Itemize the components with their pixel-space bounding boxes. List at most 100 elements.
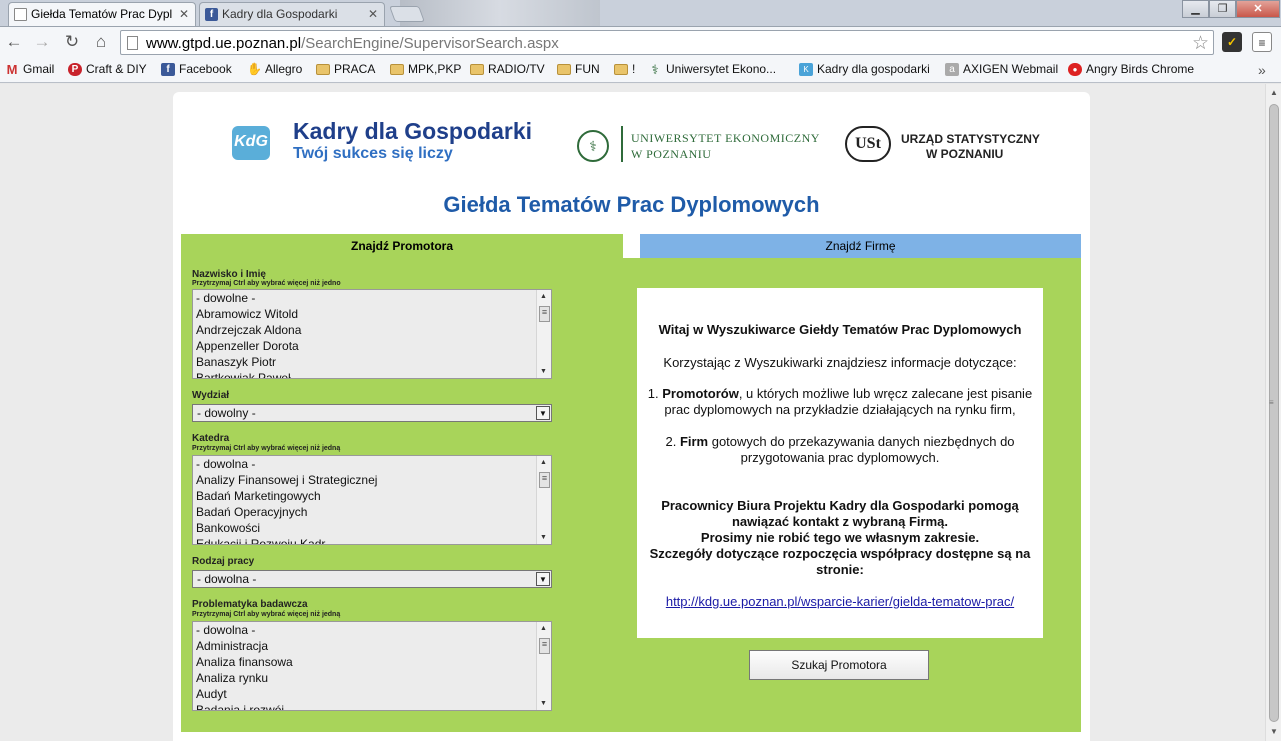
bookmarks-overflow-button[interactable]: »: [1258, 62, 1266, 78]
search-promotor-button[interactable]: Szukaj Promotora: [749, 650, 929, 680]
listbox-scrollbar[interactable]: ▲ ≡ ▼: [536, 290, 551, 378]
kdg-logo[interactable]: KdG: [232, 126, 270, 160]
menu-wrench-icon[interactable]: ≡: [1252, 32, 1272, 52]
back-arrow-icon[interactable]: ←: [3, 31, 25, 53]
scroll-thumb[interactable]: ≡: [539, 472, 550, 488]
page-container: KdG Kadry dla Gospodarki Twój sukces się…: [173, 92, 1090, 741]
browser-tab-active[interactable]: Giełda Tematów Prac Dypl ✕: [8, 2, 196, 26]
faculty-select[interactable]: - dowolny - ▼: [192, 404, 552, 422]
bookmark-folder-excl[interactable]: !: [614, 62, 635, 76]
bookmark-label: Facebook: [179, 62, 232, 76]
list-item[interactable]: Banaszyk Piotr: [193, 354, 551, 370]
address-url[interactable]: www.gtpd.ue.poznan.pl/SearchEngine/Super…: [146, 35, 559, 52]
browser-tab-inactive[interactable]: f Kadry dla Gospodarki ✕: [199, 2, 385, 26]
list-item[interactable]: Appenzeller Dorota: [193, 338, 551, 354]
reload-icon[interactable]: ↻: [61, 31, 83, 53]
close-tab-icon[interactable]: ✕: [368, 7, 378, 21]
scroll-thumb[interactable]: ≡: [539, 638, 550, 654]
list-item[interactable]: Bartkowiak Paweł: [193, 370, 551, 378]
bookmark-label: Allegro: [265, 62, 303, 76]
bookmark-star-icon[interactable]: ☆: [1192, 32, 1209, 55]
scroll-down-icon[interactable]: ▼: [540, 534, 547, 541]
scroll-down-icon[interactable]: ▼: [540, 368, 547, 375]
bookmark-ue[interactable]: ⚕ Uniwersytet Ekono...: [648, 62, 776, 76]
scroll-up-icon[interactable]: ▲: [540, 625, 547, 632]
list-item[interactable]: - dowolne -: [193, 290, 551, 306]
list-item[interactable]: Edukacji i Rozwoju Kadr: [193, 536, 551, 544]
listbox-scrollbar[interactable]: ▲ ≡ ▼: [536, 456, 551, 544]
bookmark-allegro[interactable]: ✋ Allegro: [247, 62, 302, 76]
list-item[interactable]: Analiza finansowa: [193, 654, 551, 670]
maximize-button[interactable]: ❐: [1209, 0, 1236, 18]
us-logo: USt: [845, 126, 891, 162]
extension-icon[interactable]: ✓: [1222, 32, 1242, 52]
faculty-value: - dowolny -: [197, 406, 256, 420]
tabstrip-decoration: [400, 0, 600, 26]
bookmark-angry-birds[interactable]: ● Angry Birds Chrome: [1068, 62, 1194, 76]
bookmarks-bar: M Gmail P Craft & DIY f Facebook ✋ Allegro P…: [0, 58, 1281, 83]
chevron-down-icon[interactable]: ▼: [536, 406, 550, 420]
university-icon: ⚕: [651, 61, 659, 77]
research-listbox[interactable]: - dowolna - Administracja Analiza finans…: [192, 621, 552, 711]
scroll-down-icon[interactable]: ▼: [1268, 726, 1280, 738]
bookmark-folder-mpk[interactable]: MPK,PKP: [390, 62, 461, 76]
page-scrollbar[interactable]: ▲ ≡ ▼: [1265, 84, 1281, 741]
bookmark-axigen[interactable]: a AXIGEN Webmail: [945, 62, 1058, 76]
scroll-up-icon[interactable]: ▲: [540, 459, 547, 466]
folder-icon: [614, 64, 628, 75]
address-bar[interactable]: www.gtpd.ue.poznan.pl/SearchEngine/Super…: [120, 30, 1214, 55]
list-item[interactable]: Analizy Finansowej i Strategicznej: [193, 472, 551, 488]
new-tab-button[interactable]: [389, 6, 425, 22]
name-listbox[interactable]: - dowolne - Abramowicz Witold Andrzejcza…: [192, 289, 552, 379]
list-item[interactable]: Badań Marketingowych: [193, 488, 551, 504]
list-item[interactable]: - dowolna -: [193, 622, 551, 638]
close-tab-icon[interactable]: ✕: [179, 7, 189, 21]
bookmark-facebook[interactable]: f Facebook: [161, 62, 232, 76]
list-item[interactable]: Badania i rozwój: [193, 702, 551, 710]
tab-find-company[interactable]: Znajdź Firmę: [640, 234, 1081, 258]
info-heading: Witaj w Wyszukiwarce Giełdy Tematów Prac…: [658, 322, 1022, 337]
list-item[interactable]: Badań Operacyjnych: [193, 504, 551, 520]
bookmark-folder-radio[interactable]: RADIO/TV: [470, 62, 545, 76]
list-item[interactable]: - dowolna -: [193, 456, 551, 472]
list-item[interactable]: Audyt: [193, 686, 551, 702]
info-note-1: Pracownicy Biura Projektu Kadry dla Gosp…: [661, 498, 1019, 513]
scroll-down-icon[interactable]: ▼: [540, 700, 547, 707]
item-number: 2.: [665, 434, 677, 449]
item-bold: Promotorów: [662, 386, 739, 401]
department-label: Katedra: [192, 433, 230, 444]
info-item-1-cont: prac dyplomowych na przykładzie działają…: [664, 402, 1016, 417]
listbox-scrollbar[interactable]: ▲ ≡ ▼: [536, 622, 551, 710]
ue-name-line2: W POZNANIU: [631, 147, 712, 161]
info-link[interactable]: http://kdg.ue.poznan.pl/wsparcie-karier/…: [666, 594, 1014, 609]
list-item[interactable]: Bankowości: [193, 520, 551, 536]
chevron-down-icon[interactable]: ▼: [536, 572, 550, 586]
scroll-up-icon[interactable]: ▲: [540, 293, 547, 300]
bookmark-craft[interactable]: P Craft & DIY: [68, 62, 147, 76]
close-window-button[interactable]: ✕: [1236, 0, 1280, 18]
bookmark-gmail[interactable]: M Gmail: [5, 62, 55, 76]
info-intro: Korzystając z Wyszukiwarki znajdziesz in…: [663, 355, 1017, 370]
list-item[interactable]: Administracja: [193, 638, 551, 654]
bookmark-kdg[interactable]: K Kadry dla gospodarki: [799, 62, 930, 76]
welcome-info-box: Witaj w Wyszukiwarce Giełdy Tematów Prac…: [637, 288, 1043, 638]
minimize-button[interactable]: ▁: [1182, 0, 1209, 18]
url-path: /SearchEngine/SupervisorSearch.aspx: [301, 35, 559, 52]
bookmark-folder-fun[interactable]: FUN: [557, 62, 600, 76]
list-item[interactable]: Abramowicz Witold: [193, 306, 551, 322]
home-icon[interactable]: ⌂: [90, 31, 112, 53]
browser-tab-title: Kadry dla Gospodarki: [222, 7, 338, 21]
scroll-up-icon[interactable]: ▲: [1268, 87, 1280, 99]
department-listbox[interactable]: - dowolna - Analizy Finansowej i Strateg…: [192, 455, 552, 545]
list-item[interactable]: Andrzejczak Aldona: [193, 322, 551, 338]
us-name-line2: W POZNANIU: [926, 147, 1004, 161]
tab-find-promotor[interactable]: Znajdź Promotora: [181, 234, 623, 258]
list-item[interactable]: Analiza rynku: [193, 670, 551, 686]
research-label: Problematyka badawcza: [192, 599, 308, 610]
forward-arrow-icon[interactable]: →: [31, 31, 53, 53]
worktype-select[interactable]: - dowolna - ▼: [192, 570, 552, 588]
page-viewport: KdG Kadry dla Gospodarki Twój sukces się…: [0, 84, 1265, 741]
bookmark-folder-praca[interactable]: PRACA: [316, 62, 375, 76]
page-scroll-thumb[interactable]: [1269, 104, 1279, 722]
scroll-thumb[interactable]: ≡: [539, 306, 550, 322]
